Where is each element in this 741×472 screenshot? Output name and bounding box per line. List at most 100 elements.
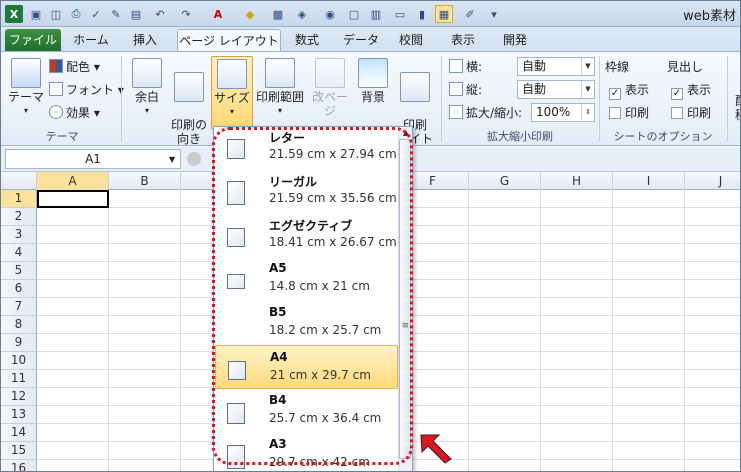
column-header[interactable]: H [541,172,613,190]
gridlines-print-checkbox[interactable]: 印刷 [609,104,649,123]
chevron-down-icon[interactable]: ▼ [581,81,594,98]
column-header[interactable]: I [613,172,685,190]
row-header[interactable]: 15 [1,442,37,460]
chevron-down-icon: ▾ [277,106,282,115]
effects-icon [49,105,63,119]
margins-icon [132,58,162,88]
customize-qat-icon[interactable]: ▾ [485,5,503,23]
background-button[interactable]: 背景 [355,56,391,104]
effects-button[interactable]: 効果 ▾ [49,104,100,123]
title-bar: X ▣ ◫ ⎙ ✓ ✎ ▤ ↶ ↷ A ◆ ▩ ◈ ◉ ▢ ▥ ▭ ▮ ▦ ✐ … [1,1,740,27]
tab-view[interactable]: 表示 [443,29,483,52]
window-title: web素材 [683,9,736,24]
headings-print-checkbox[interactable]: 印刷 [671,104,711,123]
shapes-icon[interactable]: ◈ [293,5,311,23]
orientation-icon [174,72,204,102]
scale-spinner[interactable]: 100% ⇕ [531,103,595,122]
height-select[interactable]: 自動 ▼ [517,80,595,99]
row-header[interactable]: 11 [1,370,37,388]
size-button[interactable]: サイズ ▾ [211,56,253,130]
excel-window: X ▣ ◫ ⎙ ✓ ✎ ▤ ↶ ↷ A ◆ ▩ ◈ ◉ ▢ ▥ ▭ ▮ ▦ ✐ … [0,0,741,472]
print-area-button[interactable]: 印刷範囲 ▾ [255,56,305,118]
format-painter-icon[interactable]: ✎ [107,5,125,23]
column-header[interactable]: A [37,172,109,190]
row-header[interactable]: 10 [1,352,37,370]
column-header[interactable]: G [469,172,541,190]
tab-page-layout[interactable]: ページ レイアウト [177,29,281,53]
fonts-button[interactable]: フォント ▾ [49,81,124,100]
row-header[interactable]: 4 [1,244,37,262]
themes-icon [11,58,41,88]
grid-icon[interactable]: ▦ [435,5,453,23]
print-preview-icon[interactable]: ◫ [47,5,65,23]
camera-icon[interactable]: ◉ [321,5,339,23]
tab-insert[interactable]: 挿入 [123,29,167,52]
gridlines-header: 枠線 [605,60,630,74]
width-value: 自動 [522,59,547,73]
redo-icon[interactable]: ↷ [177,5,195,23]
chevron-down-icon[interactable]: ▼ [169,155,175,164]
row-header[interactable]: 12 [1,388,37,406]
highlight-icon[interactable]: ◆ [241,5,259,23]
row-header[interactable]: 6 [1,280,37,298]
spell-check-icon[interactable]: ✓ [87,5,105,23]
row-header[interactable]: 8 [1,316,37,334]
print-icon[interactable]: ⎙ [67,5,85,23]
chevron-down-icon: ▾ [144,106,149,115]
page-break-label: 改ページ [311,90,348,118]
scale-icon [449,105,463,119]
print-area-icon [265,58,295,88]
tab-file[interactable]: ファイル [5,29,61,52]
name-box[interactable]: A1 [5,149,181,169]
draw-icon[interactable]: ✐ [461,5,479,23]
paste-icon[interactable]: ▤ [127,5,145,23]
row-header[interactable]: 2 [1,208,37,226]
checkmark-icon: ✓ [609,88,621,100]
spinner-arrows-icon[interactable]: ⇕ [581,104,594,121]
tab-formulas[interactable]: 数式 [287,29,327,52]
tab-home[interactable]: ホーム [69,29,113,52]
pointer-arrow-icon [420,434,452,464]
arrange-button[interactable]: 配 移 [731,94,740,122]
colors-button[interactable]: 配色 ▾ [49,58,100,77]
picture-icon[interactable]: ▩ [269,5,287,23]
row-header[interactable]: 13 [1,406,37,424]
select-all-corner[interactable] [1,172,37,190]
chevron-down-icon[interactable]: ▼ [581,58,594,75]
undo-icon[interactable]: ↶ [151,5,169,23]
group-divider [599,56,600,142]
headings-view-checkbox[interactable]: ✓ 表示 [671,81,711,100]
tab-data[interactable]: データ [337,29,385,52]
tab-review[interactable]: 校閲 [391,29,431,52]
row-header[interactable]: 3 [1,226,37,244]
column-header[interactable]: J [685,172,740,190]
page-break-button[interactable]: 改ページ [307,56,353,118]
rect-icon[interactable]: ▭ [391,5,409,23]
column-header[interactable]: B [109,172,181,190]
width-select[interactable]: 自動 ▼ [517,57,595,76]
orientation-button[interactable]: 印刷の 向き [169,56,209,146]
column-icon[interactable]: ▮ [413,5,431,23]
gridlines-view-checkbox[interactable]: ✓ 表示 [609,81,649,100]
row-header[interactable]: 9 [1,334,37,352]
screenshot-icon[interactable]: ▢ [345,5,363,23]
row-header[interactable]: 7 [1,298,37,316]
page-size-icon [217,59,247,89]
empty-checkbox-icon [671,107,683,119]
formula-resize-icon[interactable] [187,152,201,166]
active-cell[interactable] [37,190,109,208]
row-header[interactable]: 14 [1,424,37,442]
margins-button[interactable]: 余白 ▾ [127,56,167,118]
height-icon [449,82,463,96]
row-header[interactable]: 1 [1,190,37,208]
save-icon[interactable]: ▣ [27,5,45,23]
excel-logo-icon[interactable]: X [5,5,23,23]
chart-icon[interactable]: ▥ [367,5,385,23]
colors-icon [49,59,63,73]
themes-button[interactable]: テーマ ▾ [7,56,45,118]
row-header[interactable]: 5 [1,262,37,280]
row-header[interactable]: 16 [1,460,37,471]
tab-developer[interactable]: 開発 [495,29,535,52]
chevron-down-icon: ▾ [23,106,28,115]
font-color-icon[interactable]: A [209,5,227,23]
